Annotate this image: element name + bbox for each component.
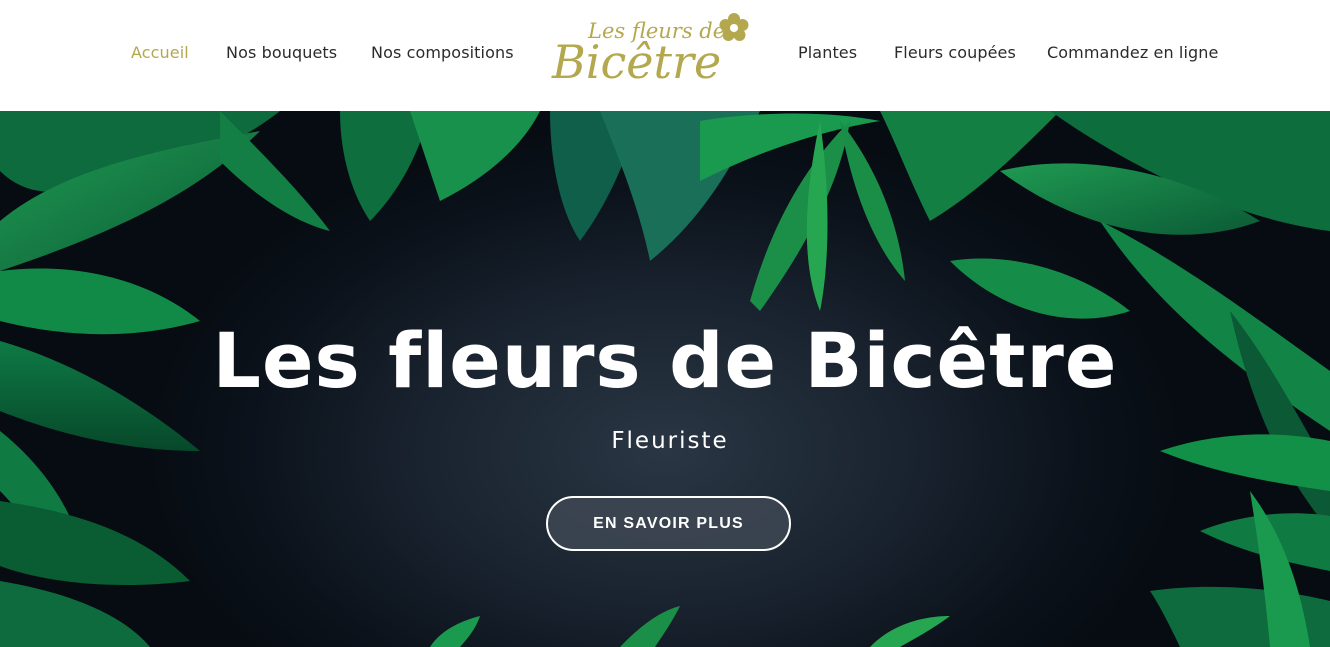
nav-item-fleurs-coupees[interactable]: Fleurs coupées	[894, 43, 1016, 62]
en-savoir-plus-button[interactable]: EN SAVOIR PLUS	[546, 496, 791, 551]
hero-title: Les fleurs de Bicêtre	[212, 316, 1118, 405]
nav-item-commandez-en-ligne[interactable]: Commandez en ligne	[1047, 43, 1218, 62]
hero-section: Les fleurs de Bicêtre Fleuriste EN SAVOI…	[0, 111, 1330, 647]
nav-item-plantes[interactable]: Plantes	[798, 43, 857, 62]
nav-item-nos-bouquets[interactable]: Nos bouquets	[226, 43, 337, 62]
hero-subtitle: Fleuriste	[611, 428, 729, 454]
svg-text:Bicêtre: Bicêtre	[551, 35, 721, 84]
site-header: Accueil Nos bouquets Nos compositions Le…	[0, 0, 1330, 111]
logo-graphic: Les fleurs de Bicêtre	[551, 13, 749, 89]
nav-item-accueil[interactable]: Accueil	[131, 43, 189, 62]
flower-icon	[719, 13, 749, 41]
site-logo[interactable]: Les fleurs de Bicêtre	[548, 8, 760, 89]
nav-item-nos-compositions[interactable]: Nos compositions	[371, 43, 514, 62]
